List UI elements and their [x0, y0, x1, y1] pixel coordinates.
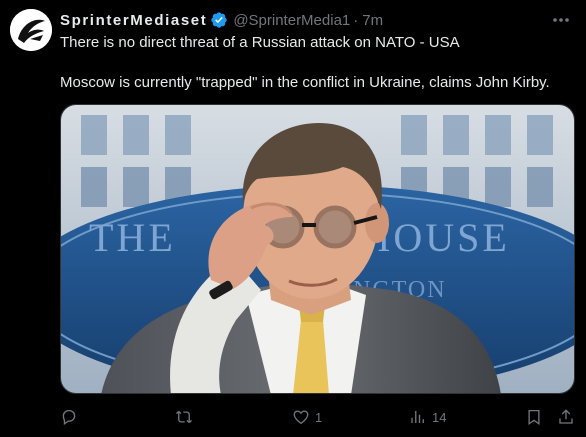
avatar-logo-icon	[10, 9, 52, 51]
verified-badge-icon	[211, 12, 227, 28]
post-text: There is no direct threat of a Russian a…	[60, 33, 572, 93]
reply-icon	[62, 409, 76, 426]
views-icon	[411, 411, 424, 423]
heart-icon	[293, 410, 309, 425]
display-name[interactable]: SprinterMediaset	[60, 12, 207, 29]
share-icon	[559, 409, 573, 424]
post[interactable]: SprinterMediaset @SprinterMedia1 · 7m Th…	[0, 0, 586, 437]
reply-button[interactable]	[60, 404, 78, 430]
repost-button[interactable]	[175, 404, 193, 430]
share-button[interactable]	[557, 404, 575, 430]
more-dots-icon	[553, 18, 569, 22]
views-count: 14	[432, 409, 447, 425]
press-briefing-photo: THE E HOUSE NGTON	[61, 105, 574, 393]
like-button[interactable]: 1	[292, 404, 322, 430]
post-timestamp[interactable]: 7m	[362, 12, 383, 29]
like-count: 1	[315, 409, 323, 425]
post-text-line-2: Moscow is currently "trapped" in the con…	[60, 74, 550, 91]
avatar[interactable]	[10, 9, 52, 51]
bookmark-icon	[528, 409, 540, 426]
post-image[interactable]: THE E HOUSE NGTON	[60, 104, 575, 394]
repost-icon	[176, 410, 192, 424]
views-button[interactable]: 14	[409, 404, 446, 430]
separator-dot: ·	[353, 11, 359, 29]
bookmark-button[interactable]	[525, 404, 543, 430]
post-text-line-1: There is no direct threat of a Russian a…	[60, 34, 460, 51]
action-bar: 1 14	[60, 404, 578, 430]
more-options-button[interactable]	[550, 10, 572, 30]
post-header: SprinterMediaset @SprinterMedia1 · 7m	[60, 10, 383, 30]
backdrop-text-left: THE	[89, 215, 176, 260]
user-handle[interactable]: @SprinterMedia1	[233, 12, 350, 29]
